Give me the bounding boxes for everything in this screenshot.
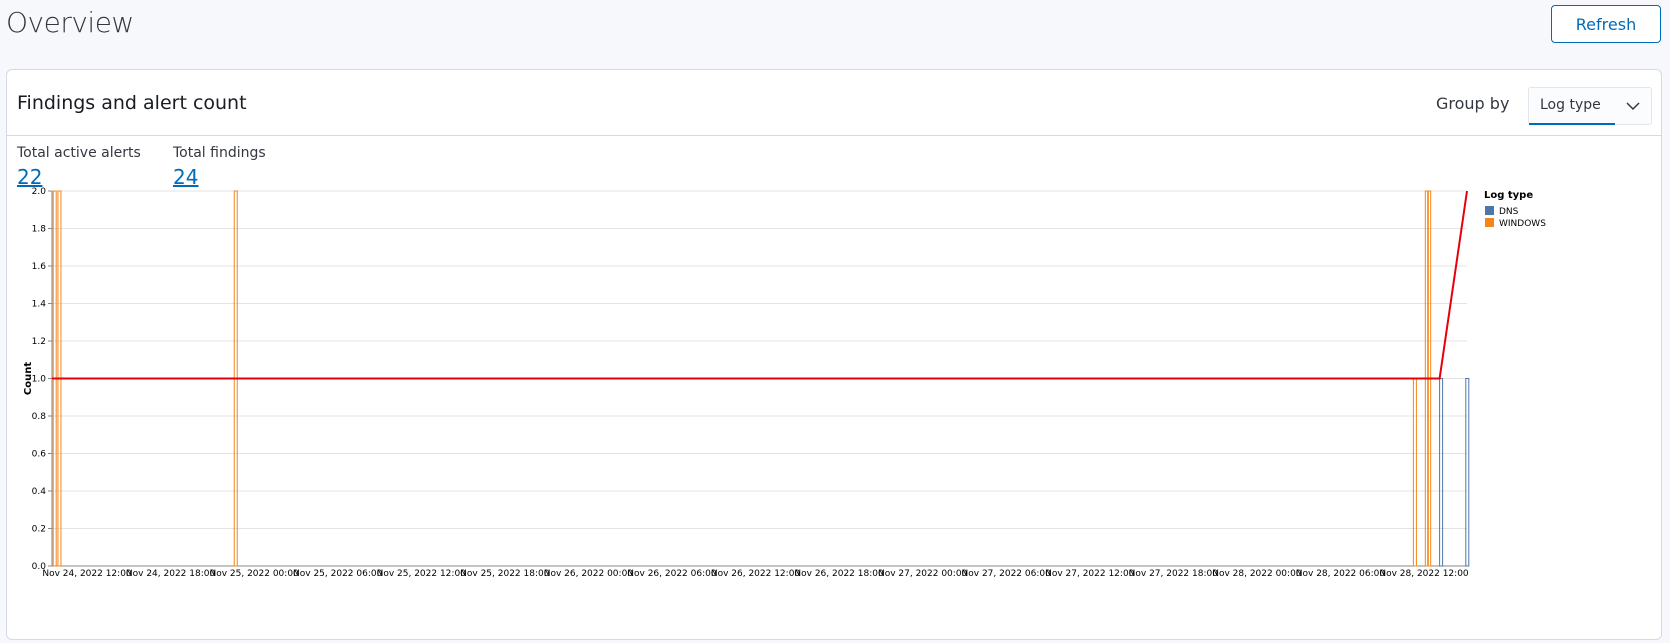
- x-tick-label: Nov 26, 2022 00:00: [544, 569, 634, 579]
- x-tick-label: Nov 25, 2022 00:00: [209, 569, 299, 579]
- y-axis-label: Count: [23, 362, 34, 395]
- x-tick-label: Nov 24, 2022 12:00: [42, 569, 132, 579]
- findings-chart: 0.00.20.40.60.81.01.21.41.61.82.0Nov 24,…: [23, 187, 1546, 579]
- x-tick-label: Nov 28, 2022 00:00: [1212, 569, 1302, 579]
- y-tick-label: 1.4: [32, 300, 47, 310]
- x-tick-label: Nov 25, 2022 12:00: [377, 569, 467, 579]
- x-tick-label: Nov 27, 2022 00:00: [878, 569, 968, 579]
- y-tick-label: 1.8: [32, 225, 47, 235]
- legend-swatch-dns: [1485, 206, 1494, 215]
- y-tick-label: 0.8: [32, 412, 47, 422]
- x-tick-label: Nov 28, 2022 12:00: [1379, 569, 1469, 579]
- y-tick-label: 0.2: [32, 525, 46, 535]
- y-tick-label: 0.4: [32, 487, 47, 497]
- x-tick-label: Nov 25, 2022 18:00: [460, 569, 550, 579]
- x-tick-label: Nov 27, 2022 06:00: [962, 569, 1052, 579]
- y-tick-label: 2.0: [32, 187, 47, 197]
- x-tick-label: Nov 27, 2022 18:00: [1129, 569, 1219, 579]
- legend-title: Log type: [1484, 190, 1533, 201]
- x-tick-label: Nov 24, 2022 18:00: [126, 569, 216, 579]
- x-tick-label: Nov 26, 2022 18:00: [794, 569, 884, 579]
- x-tick-label: Nov 26, 2022 12:00: [711, 569, 801, 579]
- x-tick-label: Nov 28, 2022 06:00: [1296, 569, 1386, 579]
- y-tick-label: 1.6: [32, 262, 47, 272]
- page-title: Overview: [6, 6, 134, 39]
- y-tick-label: 0.6: [32, 450, 47, 460]
- x-tick-label: Nov 26, 2022 06:00: [627, 569, 717, 579]
- alerts-line: [52, 190, 1468, 380]
- x-tick-label: Nov 27, 2022 12:00: [1045, 569, 1135, 579]
- bar-windows: [1412, 378, 1417, 567]
- x-tick-label: Nov 25, 2022 06:00: [293, 569, 383, 579]
- bar-dns: [1439, 378, 1444, 567]
- y-tick-label: 1.2: [32, 337, 46, 347]
- bar-dns: [1465, 378, 1470, 567]
- refresh-button[interactable]: Refresh: [1551, 5, 1661, 43]
- legend-label-dns: DNS: [1499, 207, 1519, 217]
- legend-label-windows: WINDOWS: [1499, 219, 1546, 229]
- legend-swatch-windows: [1485, 218, 1494, 227]
- findings-alert-panel: Findings and alert count Group by Log ty…: [6, 69, 1662, 640]
